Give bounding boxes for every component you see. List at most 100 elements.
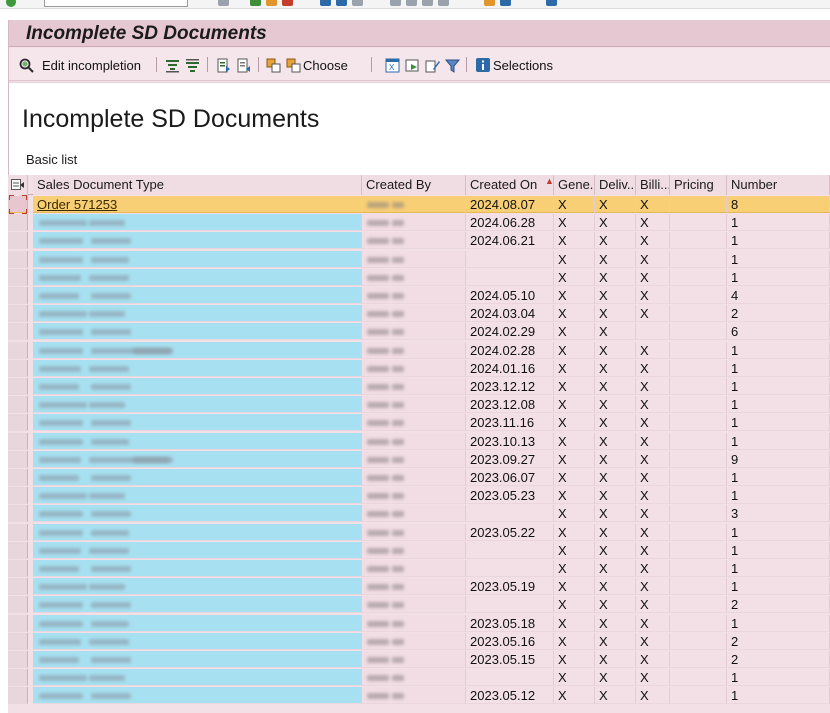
table-row[interactable]: XXX1: [8, 669, 830, 687]
import-button[interactable]: [236, 56, 251, 74]
column-settings-button[interactable]: [8, 175, 28, 195]
row-selector[interactable]: [8, 232, 28, 250]
table-row[interactable]: 2024.01.16 X X X 1: [8, 359, 830, 377]
table-row[interactable]: 2023.11.16 X X X 1: [8, 414, 830, 432]
excel-button[interactable]: X: [385, 56, 400, 74]
cell-sales-document-type[interactable]: [33, 541, 362, 559]
row-selector[interactable]: [8, 214, 28, 232]
ok-check-icon[interactable]: [6, 0, 16, 7]
table-row[interactable]: 2023.12.08 X X X 1: [8, 396, 830, 414]
cell-sales-document-type[interactable]: [33, 341, 362, 359]
sort-ascending-button[interactable]: [165, 56, 180, 74]
edit-incompletion-button[interactable]: Edit incompletion: [19, 56, 141, 74]
row-selector[interactable]: [8, 450, 28, 468]
cell-sales-document-type[interactable]: [33, 450, 362, 468]
cell-sales-document-type[interactable]: [33, 651, 362, 668]
table-row[interactable]: XXX2: [8, 596, 830, 614]
row-selector[interactable]: [8, 323, 28, 341]
row-selector[interactable]: [8, 596, 28, 614]
export-button[interactable]: [216, 56, 231, 74]
row-selector[interactable]: [8, 250, 28, 268]
row-selector[interactable]: [8, 341, 28, 359]
row-selector[interactable]: [8, 541, 28, 559]
row-selector[interactable]: [8, 487, 28, 505]
save-icon[interactable]: [218, 0, 229, 6]
choose-button[interactable]: Choose: [286, 56, 348, 74]
cell-sales-document-type[interactable]: [33, 305, 362, 323]
row-selector[interactable]: [8, 560, 28, 577]
table-row[interactable]: 2023.05.22 X X X 1: [8, 523, 830, 541]
row-selector[interactable]: [8, 578, 28, 596]
col-header-created-by[interactable]: Created By: [362, 175, 466, 195]
create-session-icon[interactable]: [484, 0, 495, 6]
row-selector[interactable]: [8, 632, 28, 650]
cell-sales-document-type[interactable]: [33, 560, 362, 577]
row-selector[interactable]: [8, 614, 28, 632]
cell-sales-document-type[interactable]: [33, 323, 362, 341]
col-header-pricing[interactable]: Pricing: [670, 175, 727, 195]
print-icon[interactable]: [320, 0, 331, 6]
cell-sales-document-type[interactable]: [33, 487, 362, 505]
table-row[interactable]: 2023.10.13 X X X 1: [8, 432, 830, 450]
cell-sales-document-type[interactable]: [33, 523, 362, 541]
cell-sales-document-type[interactable]: [33, 505, 362, 523]
cell-sales-document-type[interactable]: [33, 596, 362, 614]
find-icon[interactable]: [336, 0, 347, 6]
cell-sales-document-type[interactable]: [33, 614, 362, 632]
row-selector[interactable]: [8, 414, 28, 432]
col-header-billing[interactable]: Billi...: [636, 175, 670, 195]
table-row[interactable]: 2023.05.23 X X X 1: [8, 487, 830, 505]
cell-sales-document-type[interactable]: [33, 632, 362, 650]
table-row[interactable]: 2024.06.21 X X X 1: [8, 232, 830, 250]
cell-sales-document-type[interactable]: [33, 687, 362, 705]
row-selector[interactable]: [8, 432, 28, 450]
cell-sales-document-type[interactable]: [33, 378, 362, 395]
row-selector[interactable]: [8, 378, 28, 395]
table-row[interactable]: 2023.05.12 X X X 1: [8, 687, 830, 705]
cell-sales-document-type[interactable]: [33, 578, 362, 596]
col-header-general[interactable]: Gene...: [554, 175, 595, 195]
document-link[interactable]: Order 571253: [37, 197, 117, 212]
last-page-icon[interactable]: [438, 0, 449, 6]
cell-sales-document-type[interactable]: [33, 268, 362, 286]
table-row[interactable]: 2023.09.27 X X X 9: [8, 450, 830, 468]
row-selector[interactable]: [8, 651, 28, 668]
table-row[interactable]: XXX1: [8, 268, 830, 286]
prev-page-icon[interactable]: [406, 0, 417, 6]
table-row[interactable]: Order 571253 2024.08.07 X X X 8: [8, 196, 830, 213]
row-selector[interactable]: [8, 523, 28, 541]
table-row[interactable]: XXX1: [8, 541, 830, 559]
cell-sales-document-type[interactable]: [33, 359, 362, 377]
command-field[interactable]: [44, 0, 188, 7]
row-selector[interactable]: [8, 359, 28, 377]
cell-sales-document-type[interactable]: [33, 669, 362, 687]
cell-sales-document-type[interactable]: [33, 287, 362, 304]
row-selector[interactable]: [8, 505, 28, 523]
cell-sales-document-type[interactable]: [33, 250, 362, 268]
cell-sales-document-type[interactable]: Order 571253: [33, 196, 362, 213]
row-selector[interactable]: [8, 287, 28, 304]
table-row[interactable]: 2023.05.19 X X X 1: [8, 578, 830, 596]
shortcut-icon[interactable]: [500, 0, 511, 6]
table-row[interactable]: 2024.05.10 X X X 4: [8, 287, 830, 304]
table-row[interactable]: 2024.03.04 X X X 2: [8, 305, 830, 323]
col-header-number[interactable]: Number: [727, 175, 830, 195]
cell-sales-document-type[interactable]: [33, 432, 362, 450]
row-selector[interactable]: [8, 305, 28, 323]
help-icon[interactable]: [546, 0, 557, 6]
cell-sales-document-type[interactable]: [33, 214, 362, 232]
next-page-icon[interactable]: [422, 0, 433, 6]
row-selector[interactable]: [8, 669, 28, 687]
row-selector[interactable]: [8, 268, 28, 286]
table-row[interactable]: 2023.06.07 X X X 1: [8, 469, 830, 486]
selections-button[interactable]: Selections: [476, 56, 553, 74]
table-row[interactable]: 2024.02.28 X X X 1: [8, 341, 830, 359]
cancel-icon[interactable]: [282, 0, 293, 6]
local-file-button[interactable]: [405, 56, 420, 74]
table-row[interactable]: XXX1: [8, 560, 830, 577]
table-row[interactable]: 2024.02.29 X X 6: [8, 323, 830, 341]
row-selector[interactable]: [8, 396, 28, 414]
row-selector[interactable]: [8, 469, 28, 486]
table-row[interactable]: 2024.06.28 X X X 1: [8, 214, 830, 232]
cell-sales-document-type[interactable]: [33, 232, 362, 250]
